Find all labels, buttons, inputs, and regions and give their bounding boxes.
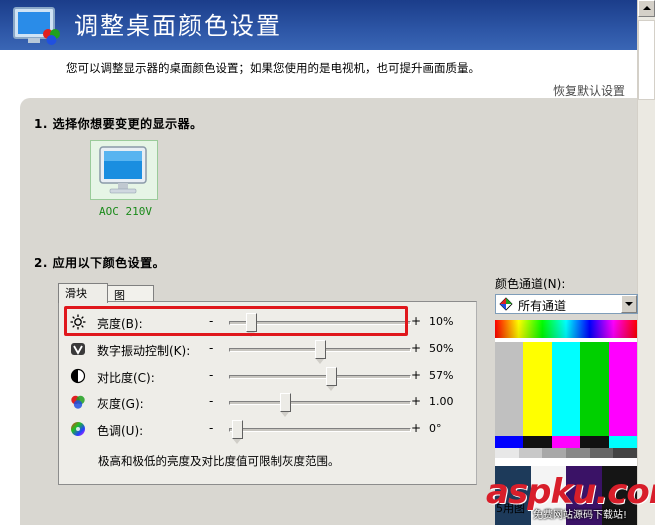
gamma-icon — [71, 395, 85, 409]
intro-text: 您可以调整显示器的桌面颜色设置；如果您使用的是电视机，也可提升画面质量。 — [66, 61, 480, 75]
contrast-track[interactable] — [229, 375, 411, 379]
display-color-icon — [13, 7, 60, 45]
header-banner: 调整桌面颜色设置 — [0, 0, 655, 50]
brightness-plus: + — [411, 314, 422, 328]
gray-bars — [495, 448, 638, 458]
hue-minus: - — [209, 421, 214, 435]
gamma-plus: + — [411, 394, 422, 408]
color-bars — [495, 342, 638, 436]
section2-heading: 2. 应用以下颜色设置。 — [34, 256, 166, 270]
contrast-plus: + — [411, 368, 422, 382]
section1-heading: 1. 选择你想要变更的显示器。 — [34, 117, 203, 131]
gamma-label: 灰度(G): — [97, 397, 144, 411]
spectrum-strip — [495, 320, 637, 338]
color-channel-value: 所有通道 — [518, 299, 567, 313]
digital-vibrance-minus: - — [209, 341, 214, 355]
slider-row-gamma: 灰度(G): - + 1.00 — [59, 392, 478, 417]
watermark-subtitle: 免费网站源码下载站! — [533, 510, 628, 521]
scroll-up-button[interactable] — [638, 0, 655, 17]
gamma-minus: - — [209, 394, 214, 408]
brightness-highlight-box — [64, 306, 408, 336]
digital-vibrance-slider-thumb[interactable] — [314, 340, 326, 364]
contrast-minus: - — [209, 368, 214, 382]
vertical-scrollbar[interactable] — [637, 0, 655, 525]
contrast-label: 对比度(C): — [97, 371, 155, 385]
gamma-track[interactable] — [229, 401, 411, 405]
restore-defaults-link[interactable]: 恢复默认设置 — [553, 82, 625, 99]
monitor-icon — [99, 146, 147, 194]
color-sub-bars — [495, 436, 638, 448]
monitor-tile[interactable] — [90, 140, 158, 200]
digital-vibrance-icon — [71, 343, 85, 355]
digital-vibrance-label: 数字振动控制(K): — [97, 344, 191, 358]
digital-vibrance-plus: + — [411, 341, 422, 355]
hue-plus: + — [411, 421, 422, 435]
color-channel-select[interactable]: 所有通道 — [495, 294, 638, 314]
contrast-icon — [70, 368, 86, 384]
hue-label: 色调(U): — [97, 424, 144, 438]
channels-icon — [499, 297, 513, 311]
dropdown-arrow-icon[interactable] — [621, 295, 637, 313]
hue-track[interactable] — [229, 428, 411, 432]
gamma-value: 1.00 — [429, 395, 454, 408]
scroll-thumb[interactable] — [638, 20, 655, 100]
hue-value: 0° — [429, 422, 442, 435]
monitor-label: AOC 210V — [99, 205, 152, 218]
tab-slider[interactable]: 滑块 — [58, 283, 108, 303]
color-channel-label: 颜色通道(N): — [495, 277, 566, 291]
range-note: 极高和极低的亮度及对比度值可限制灰度范围。 — [98, 454, 340, 468]
brightness-value: 10% — [429, 315, 454, 328]
slider-row-digital-vibrance: 数字振动控制(K): - + 50% — [59, 339, 478, 364]
slider-row-hue: 色调(U): - + 0° — [59, 419, 478, 444]
hue-icon — [71, 422, 85, 436]
hue-slider-thumb[interactable] — [232, 420, 244, 444]
page-title: 调整桌面颜色设置 — [74, 12, 282, 40]
contrast-value: 57% — [429, 369, 454, 382]
gamma-slider-thumb[interactable] — [280, 393, 292, 417]
contrast-slider-thumb[interactable] — [326, 367, 338, 391]
slider-row-contrast: 对比度(C): - + 57% — [59, 366, 478, 391]
digital-vibrance-value: 50% — [429, 342, 454, 355]
